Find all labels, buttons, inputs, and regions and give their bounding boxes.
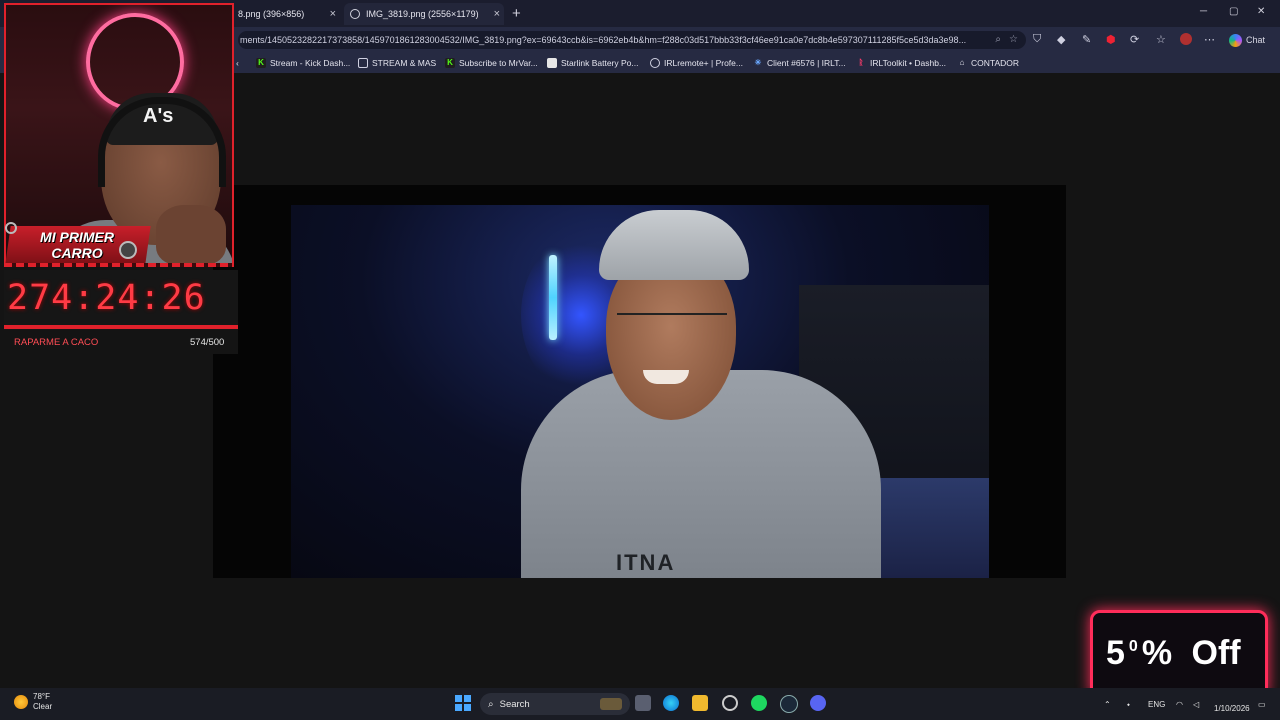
volume-icon[interactable]: ◁ [1193, 700, 1199, 709]
tab-8-png[interactable]: 8.png (396×856) × [230, 3, 340, 25]
new-tab-button[interactable]: + [512, 5, 521, 22]
clock-date[interactable]: 1/10/2026 [1214, 704, 1250, 713]
copilot-chat-button[interactable]: Chat [1229, 31, 1265, 49]
spotify-icon[interactable] [751, 695, 767, 711]
bookmark-label: STREAM & MAS [372, 58, 437, 68]
folder-icon [358, 58, 368, 68]
close-window-icon[interactable]: ✕ [1257, 6, 1265, 17]
promo-percent: % [1141, 634, 1173, 672]
smile [643, 370, 689, 384]
tab-title: 8.png (396×856) [238, 9, 305, 19]
bookmark-item[interactable]: K Subscribe to MrVar... [445, 56, 538, 70]
bookmark-label: IRLToolkit • Dashb... [870, 58, 947, 68]
bookmark-overflow[interactable]: ‹ [236, 56, 239, 70]
client-icon: ✳ [754, 58, 762, 67]
extension-icon[interactable]: ⛉ [1033, 33, 1041, 46]
chat-label: Chat [1246, 35, 1266, 45]
bookmark-label: Subscribe to MrVar... [459, 58, 538, 68]
network-icon[interactable]: ◠ [1176, 700, 1183, 709]
close-tab-icon[interactable]: × [490, 8, 504, 20]
close-tab-icon[interactable]: × [326, 8, 340, 20]
tray-app-icon[interactable]: ⬩ [1127, 700, 1130, 710]
kick-icon: K [445, 58, 455, 68]
language-indicator[interactable]: ENG [1148, 700, 1165, 709]
displayed-image[interactable]: ITNA [291, 205, 989, 578]
promo-sup: 0 [1128, 638, 1138, 655]
extension-diamond-icon[interactable]: ◆ [1057, 33, 1065, 46]
bookmark-item[interactable]: Starlink Battery Po... [547, 56, 638, 70]
cap [599, 210, 749, 280]
favorite-star-icon[interactable]: ☆ [1009, 31, 1018, 49]
bookmark-item[interactable]: K Stream - Kick Dash... [256, 56, 350, 70]
gear-icon [5, 222, 17, 234]
bookmark-item[interactable]: STREAM & MAS [358, 56, 436, 70]
goal-count: 574/500 [190, 337, 225, 348]
bookmark-item[interactable]: ✳ Client #6576 | IRLT... [753, 56, 846, 70]
subathon-timer: 274:24:26 [7, 278, 206, 318]
globe-icon [650, 58, 660, 68]
url-text: ments/1450523282217373858/14597018612830… [240, 35, 967, 45]
tab-title: IMG_3819.png (2556×1179) [366, 9, 479, 19]
promo-digit: 5 [1106, 634, 1125, 672]
discord-icon[interactable] [810, 695, 826, 711]
weather-desc: Clear [33, 702, 53, 711]
tray-chevron-icon[interactable]: ⌃ [1104, 700, 1111, 709]
edge-icon[interactable] [663, 695, 679, 711]
goal-label: RAPARME A CACO [14, 337, 99, 348]
bed [869, 478, 989, 578]
bookmark-label: Starlink Battery Po... [561, 58, 639, 68]
promo-word: Off [1191, 634, 1241, 672]
search-highlight-icon [600, 698, 622, 710]
irltoolkit-icon: ᚱ [858, 58, 864, 67]
tab-img-3819[interactable]: IMG_3819.png (2556×1179) × [344, 3, 504, 25]
bookmark-item[interactable]: IRLremote+ | Profe... [650, 56, 743, 70]
promo-text: 5 0% Off [1106, 634, 1241, 673]
taskbar-search[interactable]: ⌕ Search [480, 693, 630, 715]
obs-icon[interactable] [722, 695, 738, 711]
extension-shield-icon[interactable]: ⬢ [1106, 33, 1116, 46]
extensions-puzzle-icon[interactable]: ⟳ [1130, 33, 1139, 46]
glasses [617, 313, 727, 337]
streamer-hand [156, 205, 226, 263]
weather-widget[interactable]: 78°F Clear [14, 692, 52, 712]
menu-dots-icon[interactable]: ⋯ [1204, 33, 1215, 46]
file-explorer-icon[interactable] [692, 695, 708, 711]
zoom-icon[interactable]: ⌕ [995, 31, 1001, 49]
timer-divider [4, 325, 238, 329]
steam-icon[interactable] [780, 695, 798, 713]
bookmark-label: IRLremote+ | Profe... [664, 58, 743, 68]
bookmark-label: Client #6576 | IRLT... [767, 58, 846, 68]
bookmark-item[interactable]: ᚱ IRLToolkit • Dashb... [856, 56, 946, 70]
extension-pen-icon[interactable]: ✎ [1082, 33, 1091, 46]
url-field[interactable]: ments/1450523282217373858/14597018612830… [238, 31, 1026, 49]
cap-logo: A's [143, 105, 174, 127]
notification-icon[interactable]: ▭ [1258, 700, 1266, 709]
person: ITNA [521, 205, 881, 578]
weather-sun-icon [14, 695, 28, 709]
globe-icon [350, 9, 360, 19]
search-placeholder: Search [499, 698, 530, 710]
favorites-icon[interactable]: ☆ [1156, 33, 1166, 46]
counter-icon: ⌂ [959, 58, 965, 67]
hoodie-print: ITNA [616, 550, 676, 575]
bookmark-item[interactable]: ⌂ CONTADOR [957, 56, 1019, 70]
badge-text: MI PRIMER CARRO [40, 229, 114, 261]
search-icon: ⌕ [488, 698, 494, 710]
copilot-icon [1229, 33, 1242, 47]
kick-icon: K [256, 58, 266, 68]
bookmark-label: Stream - Kick Dash... [270, 58, 351, 68]
wheel-icon [119, 241, 137, 259]
page-icon [547, 58, 557, 68]
minimize-icon[interactable]: ─ [1200, 6, 1207, 17]
maximize-icon[interactable]: ▢ [1229, 6, 1238, 17]
task-view-icon[interactable] [635, 695, 651, 711]
profile-avatar[interactable] [1180, 33, 1192, 45]
overlay-stripe [4, 263, 234, 267]
start-icon[interactable] [455, 695, 471, 711]
weather-temp: 78°F [33, 692, 50, 701]
bookmark-label: CONTADOR [971, 58, 1020, 68]
